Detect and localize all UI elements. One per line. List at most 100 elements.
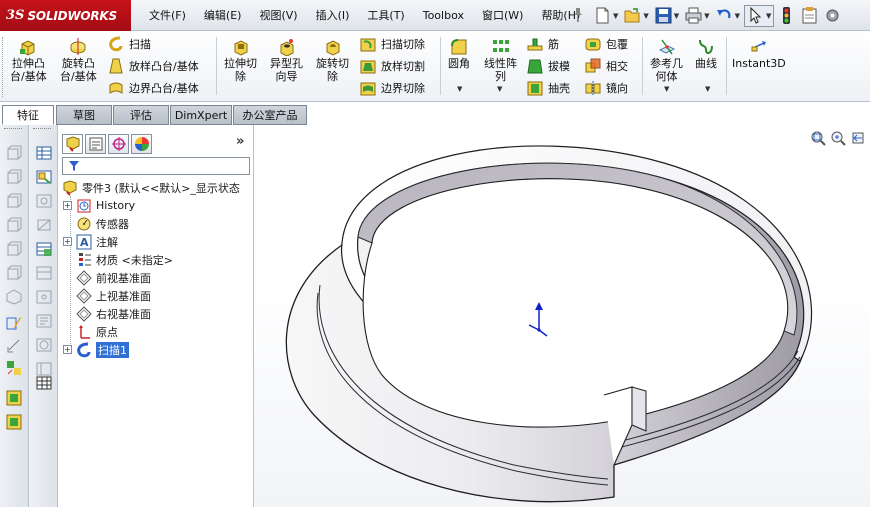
pin-icon[interactable]: [571, 7, 585, 23]
chevron-down-icon[interactable]: ▼: [643, 12, 648, 20]
fillet-dropdown-icon[interactable]: ▼: [457, 85, 462, 93]
graphics-viewport[interactable]: [254, 125, 870, 507]
file-properties-button[interactable]: [799, 5, 820, 27]
print-button[interactable]: ▼: [683, 5, 711, 27]
rebuild-button[interactable]: [776, 5, 797, 27]
rib-button[interactable]: 筋: [527, 35, 559, 53]
tree-item-top-plane[interactable]: 上视基准面: [63, 287, 151, 304]
curves-button[interactable]: 曲线: [695, 38, 717, 70]
tree-item-sensors[interactable]: 传感器: [63, 215, 129, 232]
chevron-down-icon[interactable]: ▼: [674, 12, 679, 20]
reference-geometry-dropdown-icon[interactable]: ▼: [664, 85, 669, 93]
linear-pattern-dropdown-icon[interactable]: ▼: [497, 85, 502, 93]
hole-table-icon[interactable]: [36, 289, 52, 305]
table-icon[interactable]: [36, 145, 52, 161]
undo-button[interactable]: ▼: [714, 5, 742, 27]
tab-evaluate[interactable]: 评估: [113, 105, 169, 125]
design-table-icon[interactable]: [36, 193, 52, 209]
hole-wizard-button[interactable]: 异型孔 向导: [270, 38, 303, 83]
tab-dimxpert[interactable]: DimXpert: [170, 105, 232, 125]
expand-toggle[interactable]: +: [63, 237, 72, 246]
boundary-cut-button[interactable]: 边界切除: [360, 79, 425, 97]
instant3d-button[interactable]: Instant3D: [732, 38, 786, 70]
tab-features[interactable]: 特征: [2, 105, 54, 125]
feature-toolbar-icon[interactable]: [6, 390, 22, 406]
tree-item-annotations[interactable]: + A 注解: [63, 233, 118, 250]
spreadsheet-icon[interactable]: [36, 375, 52, 391]
new-document-button[interactable]: ▼: [592, 5, 620, 27]
weldment-table-icon[interactable]: [36, 337, 52, 353]
revision-table-icon[interactable]: [36, 313, 52, 329]
tree-filter-input[interactable]: [62, 157, 250, 175]
revolve-cut-button[interactable]: 旋转切 除: [316, 38, 349, 83]
feature-toolbar-2-icon[interactable]: [6, 414, 22, 430]
expand-toggle[interactable]: +: [63, 345, 72, 354]
chevron-down-icon[interactable]: ▼: [735, 12, 740, 20]
menu-file[interactable]: 文件(F): [140, 5, 195, 27]
tab-property-manager[interactable]: [85, 134, 106, 154]
cube-right-icon[interactable]: [6, 217, 22, 233]
isometric-view-icon[interactable]: [6, 289, 22, 305]
table-grid-icon[interactable]: [36, 241, 52, 257]
cube-top-icon[interactable]: [6, 241, 22, 257]
tab-display-manager[interactable]: [131, 134, 152, 154]
tree-item-history[interactable]: + History: [63, 197, 135, 214]
menu-insert[interactable]: 插入(I): [307, 5, 359, 27]
options-button[interactable]: [822, 5, 843, 27]
draft-button[interactable]: 拔模: [527, 57, 570, 75]
menu-window[interactable]: 窗口(W): [473, 5, 532, 27]
revolve-boss-button[interactable]: 旋转凸 台/基体: [60, 38, 97, 83]
chevron-down-icon[interactable]: ▼: [766, 12, 771, 20]
chevron-down-icon[interactable]: ▼: [704, 12, 709, 20]
chevron-down-icon[interactable]: ▼: [613, 12, 618, 20]
sweep-cut-button[interactable]: 扫描切除: [360, 35, 425, 53]
open-button[interactable]: ▼: [622, 5, 650, 27]
tree-item-front-plane[interactable]: 前视基准面: [63, 269, 151, 286]
tab-office-products[interactable]: 办公室产品: [233, 105, 307, 125]
tab-feature-manager[interactable]: [62, 134, 83, 154]
cube-left-icon[interactable]: [6, 193, 22, 209]
smart-dimension-icon[interactable]: [6, 337, 22, 353]
tab-configuration-manager[interactable]: [108, 134, 129, 154]
tree-item-sweep1[interactable]: + 扫描1: [63, 341, 129, 358]
menu-edit[interactable]: 编辑(E): [195, 5, 251, 27]
tree-item-material[interactable]: 材质 <未指定>: [63, 251, 173, 268]
menu-view[interactable]: 视图(V): [250, 5, 306, 27]
menu-toolbox[interactable]: Toolbox: [414, 5, 473, 27]
linear-pattern-button[interactable]: 线性阵 列: [484, 38, 517, 83]
save-button[interactable]: ▼: [653, 5, 681, 27]
curves-dropdown-icon[interactable]: ▼: [705, 85, 710, 93]
extrude-cut-button[interactable]: 拉伸切 除: [224, 38, 257, 83]
bend-table-icon[interactable]: [36, 265, 52, 281]
select-button[interactable]: ▼: [743, 4, 775, 27]
piston-ring-model[interactable]: [285, 145, 813, 503]
menu-tools[interactable]: 工具(T): [358, 5, 413, 27]
tree-item-right-plane[interactable]: 右视基准面: [63, 305, 151, 322]
extrude-boss-button[interactable]: 拉伸凸 台/基体: [10, 38, 47, 83]
cube-bottom-icon[interactable]: [6, 265, 22, 281]
tree-item-origin[interactable]: 原点: [63, 323, 118, 340]
section-view-icon[interactable]: [36, 217, 52, 233]
sketch-pencil-icon[interactable]: [6, 315, 22, 331]
toolbar-grip[interactable]: [4, 128, 22, 130]
sweep-button[interactable]: 扫描: [108, 35, 151, 53]
chevron-right-icon[interactable]: »: [236, 134, 244, 149]
fillet-button[interactable]: 圆角: [448, 38, 470, 70]
tree-root-part[interactable]: 零件3 (默认<<默认>_显示状态: [62, 180, 240, 196]
wrap-button[interactable]: 包覆: [585, 35, 628, 53]
toolbar-grip[interactable]: [2, 37, 6, 97]
mirror-button[interactable]: 镜向: [585, 79, 628, 97]
toolbar-grip[interactable]: [33, 128, 51, 130]
cube-back-icon[interactable]: [6, 169, 22, 185]
loft-cut-button[interactable]: 放样切割: [360, 57, 425, 75]
reference-geometry-button[interactable]: 参考几 何体: [650, 38, 683, 83]
expand-toggle[interactable]: +: [63, 201, 72, 210]
relations-icon[interactable]: [6, 360, 22, 376]
loft-button[interactable]: 放样凸台/基体: [108, 57, 199, 75]
boundary-boss-button[interactable]: 边界凸台/基体: [108, 79, 199, 97]
shell-button[interactable]: 抽壳: [527, 79, 570, 97]
cube-front-icon[interactable]: [6, 145, 22, 161]
solidworks-logo[interactable]: 3S SOLIDWORKS: [0, 0, 131, 31]
intersect-button[interactable]: 相交: [585, 57, 628, 75]
tab-sketch[interactable]: 草图: [56, 105, 112, 125]
